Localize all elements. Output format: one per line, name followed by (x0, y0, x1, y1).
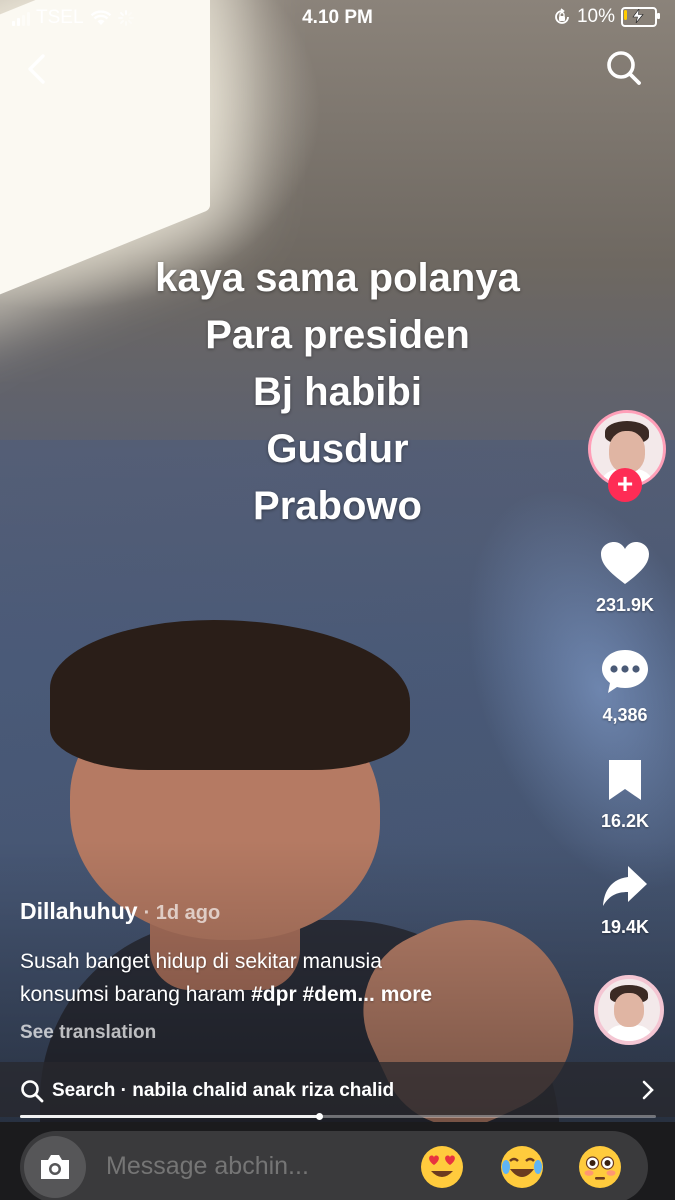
orientation-lock-icon (555, 8, 569, 24)
camera-icon (41, 1155, 69, 1179)
overlay-line: Gusdur (266, 427, 409, 471)
status-bar: TSEL 4.10 PM 10% (0, 0, 675, 36)
save-button[interactable]: 16.2K (580, 758, 670, 832)
search-suggestion-bar[interactable]: Search · nabila chalid anak riza chalid (0, 1062, 675, 1117)
plus-icon: + (616, 468, 634, 499)
share-count: 19.4K (600, 917, 650, 937)
search-icon (607, 51, 641, 85)
tears-of-joy-emoji-icon (501, 1146, 543, 1188)
battery-icon (621, 7, 660, 27)
chevron-left-icon (28, 54, 45, 84)
save-count: 16.2K (600, 811, 650, 831)
back-button[interactable] (22, 52, 52, 91)
overlay-line: kaya sama polanya (155, 256, 520, 300)
overlay-line: Prabowo (253, 484, 422, 528)
heart-icon (601, 542, 649, 584)
flushed-emoji-button[interactable] (578, 1145, 622, 1189)
video-overlay-text: kaya sama polanya Para presiden Bj habib… (0, 250, 675, 535)
progress-fill (20, 1115, 319, 1118)
video-screen[interactable]: TSEL 4.10 PM 10% kaya sama polanya Para … (0, 0, 675, 1200)
more-link[interactable]: more (381, 983, 432, 1006)
message-input[interactable] (106, 1152, 366, 1181)
like-button[interactable]: 231.9K (580, 540, 670, 616)
heart-eyes-emoji-button[interactable] (420, 1145, 464, 1189)
video-progress-bar[interactable] (20, 1113, 656, 1120)
author-row: Dillahuhuy · 1d ago (20, 898, 220, 925)
description-line: konsumsi barang haram (20, 983, 252, 1006)
post-time: · 1d ago (143, 902, 221, 924)
comment-count: 4,386 (602, 705, 648, 725)
progress-handle[interactable] (315, 1113, 323, 1120)
overlay-line: Bj habibi (253, 370, 422, 414)
search-button[interactable] (604, 48, 644, 93)
battery-level (624, 10, 627, 20)
battery-percent: 10% (576, 6, 615, 27)
author-username[interactable]: Dillahuhuy (20, 898, 138, 924)
camera-button[interactable] (24, 1136, 86, 1198)
search-suggestion-text: Search · nabila chalid anak riza chalid (52, 1080, 395, 1101)
tears-of-joy-emoji-button[interactable] (500, 1145, 544, 1189)
see-translation-link[interactable]: See translation (20, 1022, 156, 1044)
bookmark-icon (609, 760, 641, 800)
hashtag[interactable]: #dem... (302, 983, 374, 1006)
description-line: Susah banget hidup di sekitar manusia (20, 950, 382, 973)
hashtag[interactable]: #dpr (251, 983, 297, 1006)
search-icon (21, 1080, 44, 1103)
comment-icon (602, 650, 648, 693)
music-disc[interactable] (594, 975, 664, 1045)
share-button[interactable]: 19.4K (580, 864, 670, 938)
chevron-right-icon (642, 1080, 654, 1100)
charging-bolt-icon (632, 9, 644, 23)
comment-button[interactable]: 4,386 (580, 648, 670, 726)
heart-eyes-emoji-icon (421, 1146, 463, 1188)
video-description[interactable]: Susah banget hidup di sekitar manusia ko… (20, 945, 560, 1011)
overlay-line: Para presiden (205, 313, 470, 357)
flushed-emoji-icon (579, 1146, 621, 1188)
like-count: 231.9K (595, 595, 655, 615)
share-arrow-icon (603, 866, 647, 906)
follow-button[interactable]: + (608, 468, 642, 502)
